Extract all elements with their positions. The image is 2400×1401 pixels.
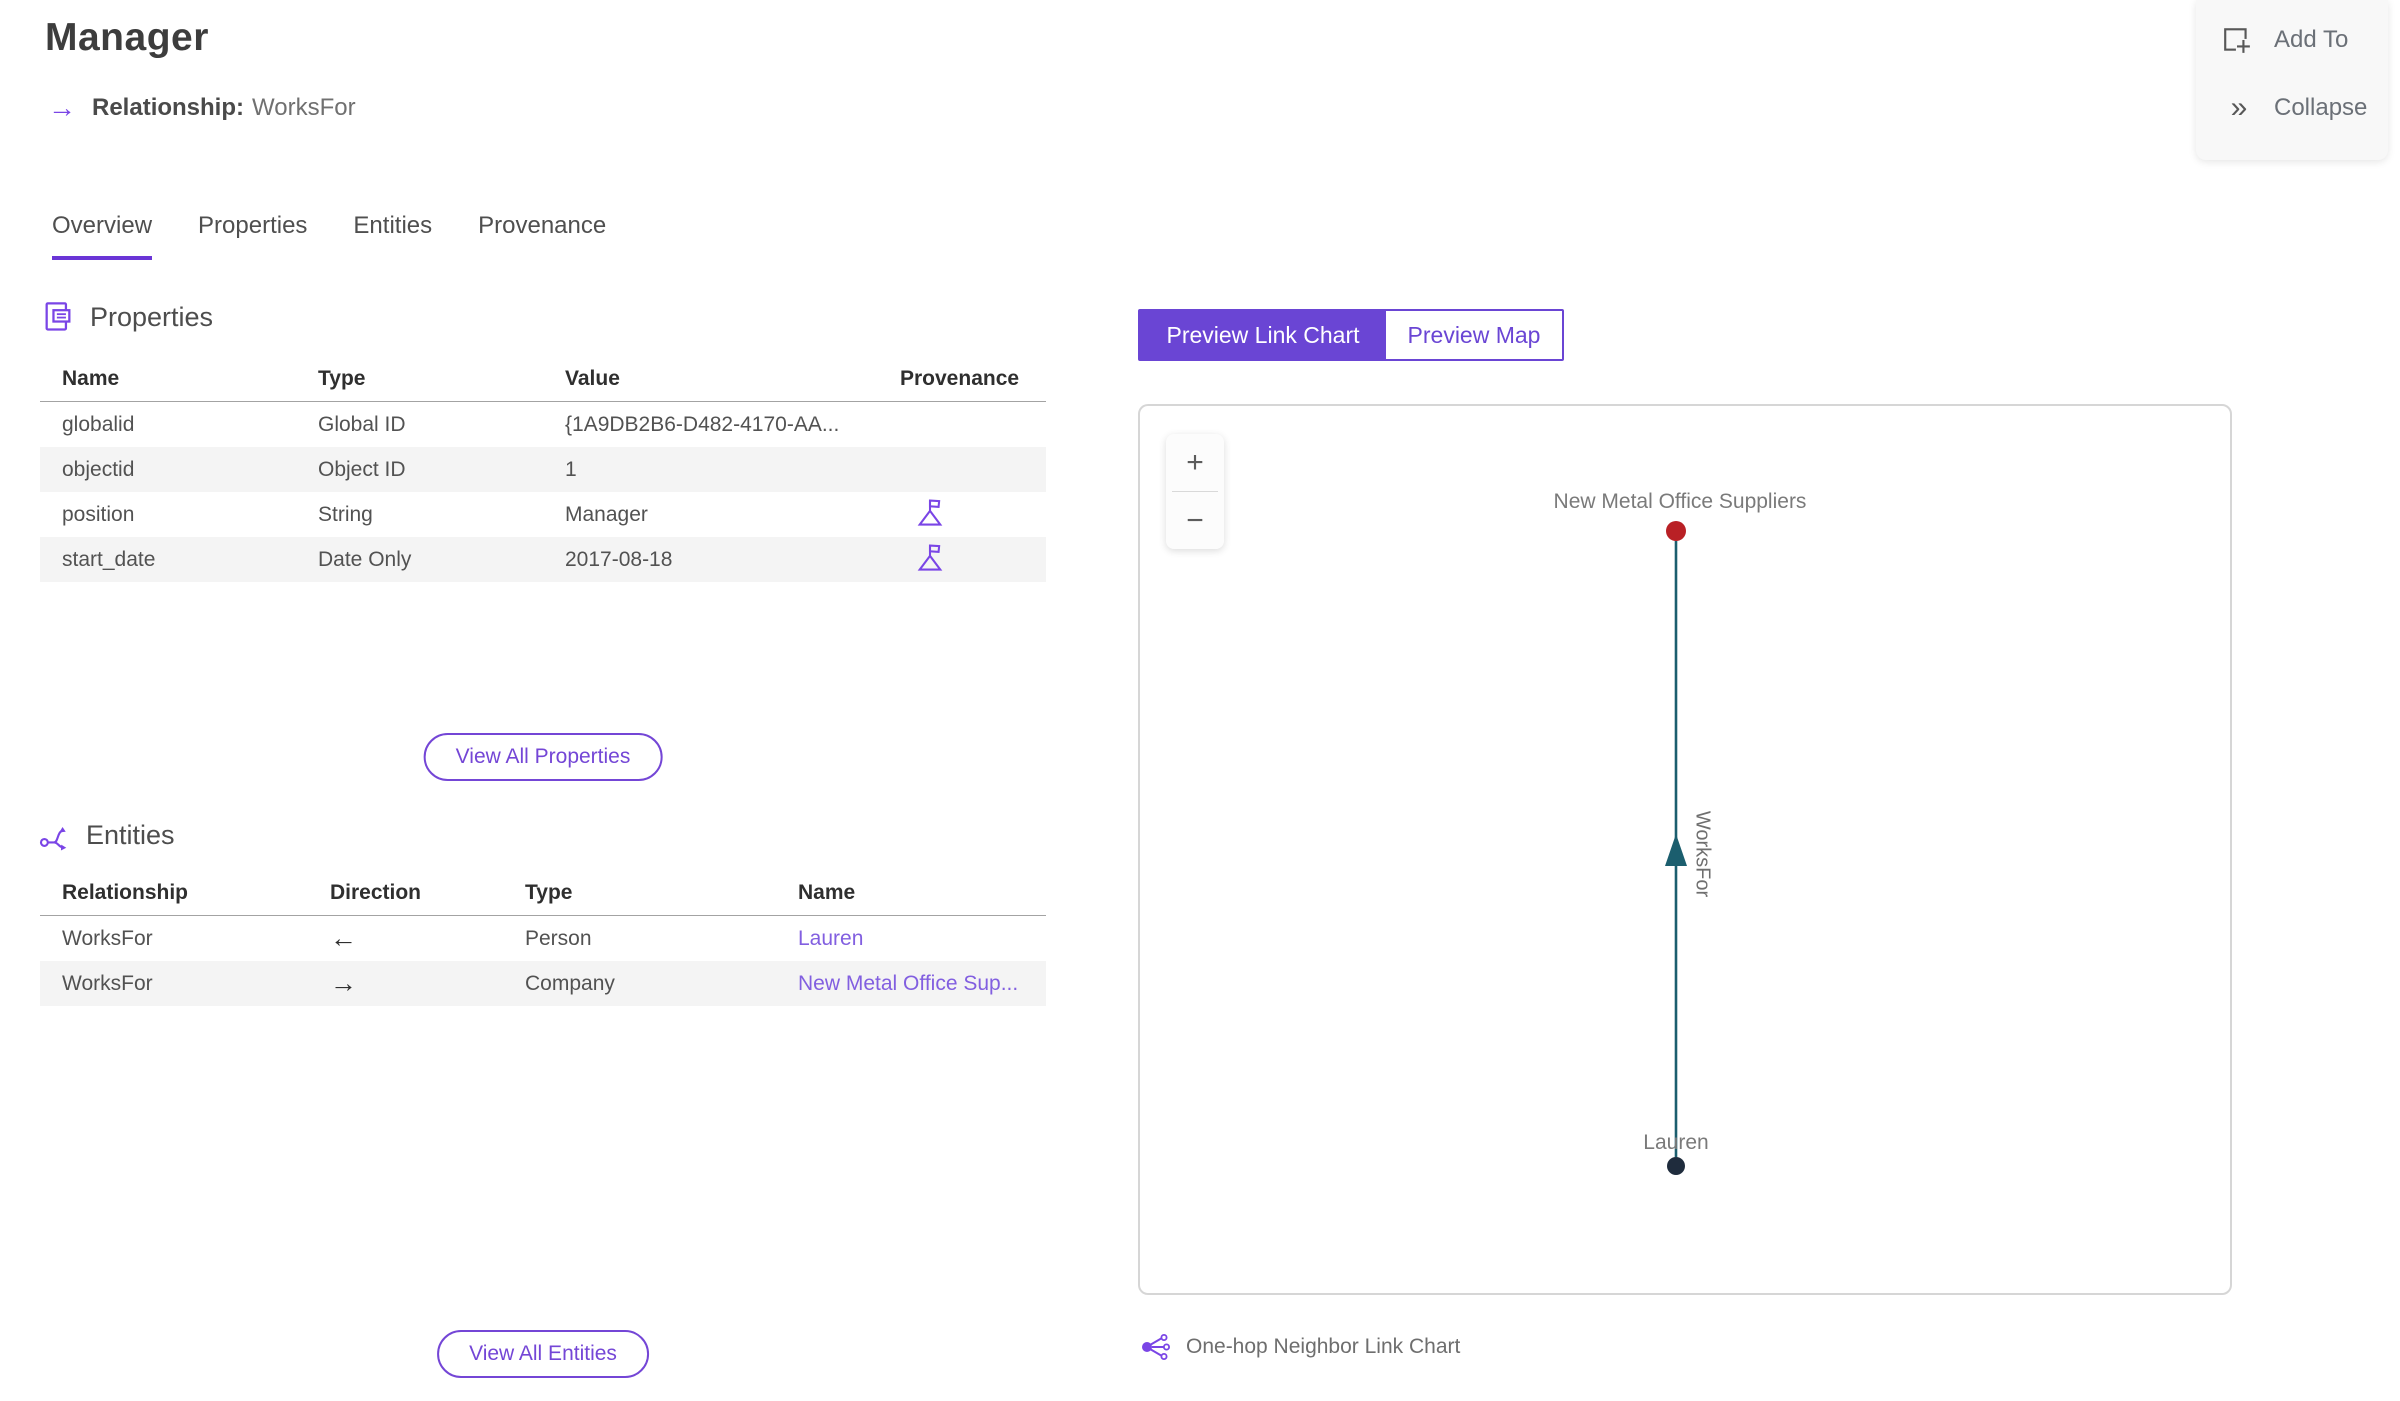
entity-relationship: WorksFor xyxy=(62,926,153,950)
link-chart-panel[interactable]: New Metal Office Suppliers Lauren WorksF… xyxy=(1138,404,2232,1295)
company-node xyxy=(1666,521,1686,541)
table-row: objectid Object ID 1 xyxy=(40,447,1046,492)
direction-arrow-icon: → xyxy=(330,968,357,998)
column-header-relationship: Relationship xyxy=(62,880,189,904)
tab-properties[interactable]: Properties xyxy=(198,212,307,260)
link-chart-graph xyxy=(1665,521,1687,1175)
column-header-direction: Direction xyxy=(330,880,422,904)
add-to-label: Add To xyxy=(2274,26,2349,53)
property-name: start_date xyxy=(62,547,156,571)
tab-overview[interactable]: Overview xyxy=(52,212,153,260)
person-node xyxy=(1667,1157,1685,1175)
tab-provenance[interactable]: Provenance xyxy=(478,212,606,260)
zoom-out-button[interactable]: − xyxy=(1166,492,1224,549)
preview-link-chart-toggle[interactable]: Preview Link Chart xyxy=(1140,311,1386,359)
entities-table-header: Relationship Direction Type Name xyxy=(40,870,1046,916)
column-header-name: Name xyxy=(62,366,120,390)
entity-detail-page: Manager → Relationship: WorksFor Add To … xyxy=(0,0,2400,1401)
entities-section-heading: Entities xyxy=(38,818,175,852)
zoom-control: + − xyxy=(1166,434,1224,549)
relationship-value: WorksFor xyxy=(252,94,356,121)
collapse-button[interactable]: » Collapse xyxy=(2222,82,2388,134)
provenance-flag-icon[interactable] xyxy=(916,496,944,528)
property-provenance xyxy=(878,496,1046,534)
column-header-value: Value xyxy=(565,366,620,390)
table-row: WorksFor → Company New Metal Office Sup.… xyxy=(40,961,1046,1006)
column-header-provenance: Provenance xyxy=(900,366,1020,390)
table-row: start_date Date Only 2017-08-18 xyxy=(40,537,1046,582)
chart-caption-label: One-hop Neighbor Link Chart xyxy=(1186,1335,1461,1358)
column-header-name: Name xyxy=(798,880,856,904)
property-value: 2017-08-18 xyxy=(565,547,673,571)
property-value: 1 xyxy=(565,457,577,481)
preview-toggle-group: Preview Link Chart Preview Map xyxy=(1138,309,1564,361)
add-to-button[interactable]: Add To xyxy=(2222,14,2388,66)
provenance-flag-icon[interactable] xyxy=(916,541,944,573)
view-all-entities-button[interactable]: View All Entities xyxy=(437,1330,649,1378)
property-type: Date Only xyxy=(318,547,412,571)
properties-icon xyxy=(42,300,74,334)
table-row: position String Manager xyxy=(40,492,1046,537)
preview-map-toggle[interactable]: Preview Map xyxy=(1386,311,1562,359)
properties-table: Name Type Value Provenance globalid Glob… xyxy=(40,356,1046,582)
entity-type: Person xyxy=(525,926,592,950)
entities-icon xyxy=(38,818,70,852)
properties-table-header: Name Type Value Provenance xyxy=(40,356,1046,402)
property-value: Manager xyxy=(565,502,648,526)
column-header-type: Type xyxy=(525,880,573,904)
relationship-arrow-icon: → xyxy=(48,92,76,123)
tab-bar: Overview Properties Entities Provenance xyxy=(52,212,606,260)
node-label-company[interactable]: New Metal Office Suppliers xyxy=(1554,490,1807,514)
collapse-icon: » xyxy=(2230,91,2248,124)
actions-card: Add To » Collapse xyxy=(2196,0,2388,160)
tab-entities[interactable]: Entities xyxy=(353,212,432,260)
column-header-type: Type xyxy=(318,366,366,390)
properties-section-heading: Properties xyxy=(42,300,213,334)
page-title: Manager xyxy=(45,16,209,59)
entity-type: Company xyxy=(525,971,615,995)
property-name: position xyxy=(62,502,135,526)
entity-name-link[interactable]: New Metal Office Sup... xyxy=(798,972,1018,995)
zoom-in-button[interactable]: + xyxy=(1166,434,1224,491)
edge-label-worksfor[interactable]: WorksFor xyxy=(1691,811,1714,897)
property-type: Object ID xyxy=(318,457,406,481)
chart-caption: One-hop Neighbor Link Chart xyxy=(1140,1332,1460,1362)
property-name: globalid xyxy=(62,412,135,436)
view-all-properties-button[interactable]: View All Properties xyxy=(423,733,663,781)
add-to-icon xyxy=(2222,25,2252,55)
entities-table: Relationship Direction Type Name WorksFo… xyxy=(40,870,1046,1006)
direction-arrow-icon: ← xyxy=(330,923,357,953)
table-row: WorksFor ← Person Lauren xyxy=(40,916,1046,961)
property-type: String xyxy=(318,502,373,526)
table-row: globalid Global ID {1A9DB2B6-D482-4170-A… xyxy=(40,402,1046,447)
node-label-person[interactable]: Lauren xyxy=(1643,1131,1708,1155)
entity-relationship: WorksFor xyxy=(62,971,153,995)
entities-section-title: Entities xyxy=(86,819,175,850)
link-chart-icon xyxy=(1140,1332,1170,1362)
property-name: objectid xyxy=(62,457,135,481)
relationship-label: Relationship: xyxy=(92,94,245,121)
properties-section-title: Properties xyxy=(90,301,214,332)
property-provenance xyxy=(878,541,1046,579)
collapse-label: Collapse xyxy=(2274,94,2368,121)
property-type: Global ID xyxy=(318,412,406,436)
property-value: {1A9DB2B6-D482-4170-AA... xyxy=(565,412,840,436)
entity-name-link[interactable]: Lauren xyxy=(798,927,863,950)
relationship-subtitle: → Relationship: WorksFor xyxy=(48,94,356,122)
